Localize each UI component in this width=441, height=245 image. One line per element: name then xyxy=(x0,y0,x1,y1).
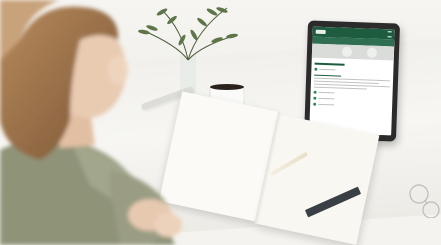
bullet-icon xyxy=(313,102,317,106)
banner-image xyxy=(366,47,378,58)
bullet-icon xyxy=(313,90,317,94)
list-item xyxy=(313,102,389,109)
bullet-icon xyxy=(314,67,318,71)
menu-icon xyxy=(387,31,392,38)
tablet-screen xyxy=(309,26,395,136)
list-item xyxy=(313,90,390,97)
banner-image xyxy=(341,46,353,57)
app-logo xyxy=(315,29,326,35)
glasses-icon xyxy=(409,184,440,218)
text-line xyxy=(314,74,341,77)
app-banner xyxy=(311,43,395,61)
text-line xyxy=(314,62,345,66)
woman-figure xyxy=(0,0,182,245)
app-content xyxy=(310,58,394,109)
list-item xyxy=(313,96,389,103)
bullet-icon xyxy=(313,96,317,100)
photo-scene xyxy=(0,0,441,245)
text-line xyxy=(313,86,367,90)
list-item xyxy=(314,67,390,73)
